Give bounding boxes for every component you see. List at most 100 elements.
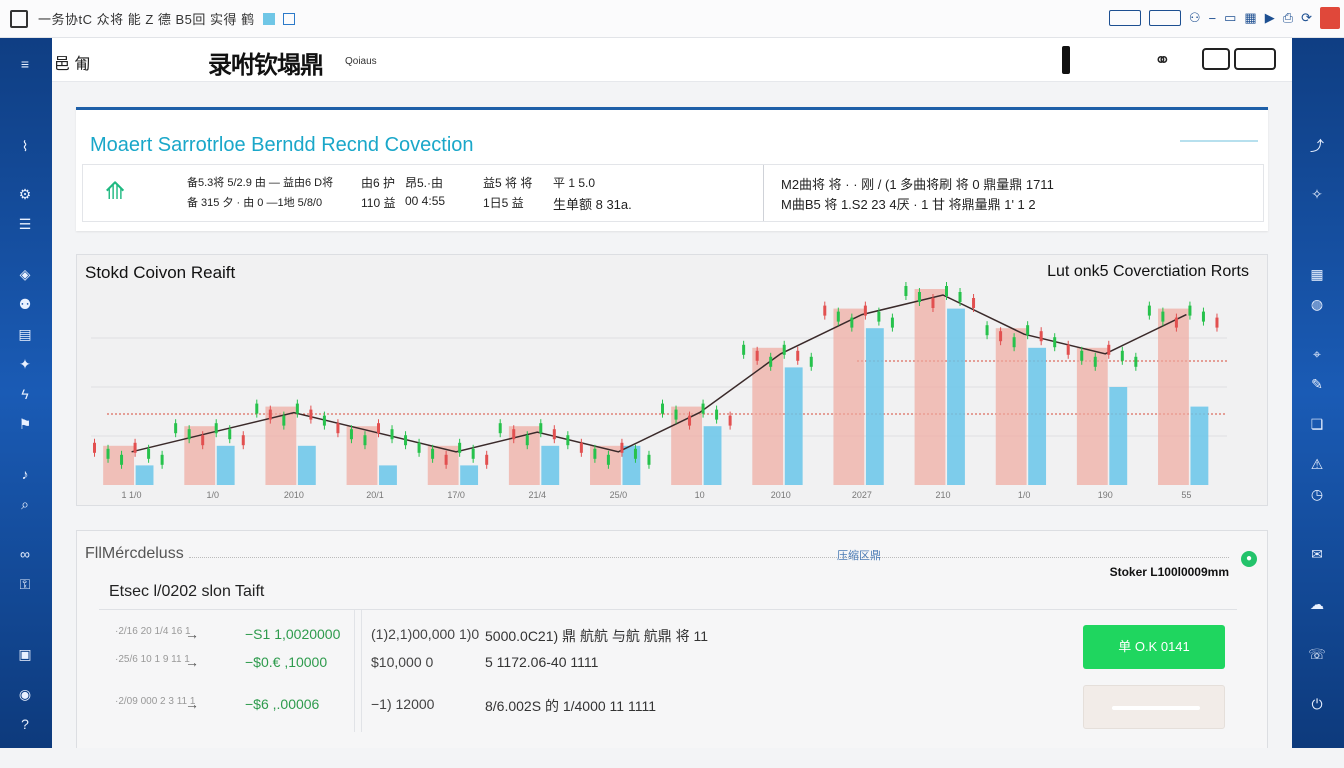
cloud-icon[interactable]: ☁ xyxy=(1306,596,1328,614)
eye-icon[interactable]: ◉ xyxy=(14,686,36,704)
globe-icon[interactable]: ◍ xyxy=(1306,296,1328,314)
candle-body xyxy=(1147,305,1151,316)
candle-body xyxy=(1066,344,1070,355)
candle-body xyxy=(985,325,989,336)
screen-icon[interactable] xyxy=(1234,48,1276,70)
candle-body xyxy=(404,435,408,446)
candle-body xyxy=(93,442,96,453)
candle-body xyxy=(201,435,205,446)
frame-icon[interactable] xyxy=(282,12,295,25)
settings-icon[interactable]: ⚙ xyxy=(14,186,36,204)
candle-body xyxy=(458,442,462,453)
tag-icon[interactable]: ◈ xyxy=(14,266,36,284)
stat: M2曲将 将 · · 刚 / (1 多曲将刷 将 0 鼎量鼎 1711 xyxy=(781,177,1054,192)
candle-body xyxy=(742,344,746,355)
candle-body xyxy=(566,435,570,446)
pin-icon[interactable]: ⌖ xyxy=(1306,346,1328,364)
lock-icon[interactable]: ⚿ xyxy=(14,576,36,594)
share-icon[interactable]: ⤴ xyxy=(1306,136,1328,154)
refresh-icon[interactable]: ⟳ xyxy=(1301,10,1312,26)
candle-body xyxy=(133,442,137,453)
stats-divider xyxy=(763,165,764,221)
chart-bar xyxy=(379,465,397,485)
menu-icon[interactable]: ≡ xyxy=(14,56,36,74)
layout-icon[interactable] xyxy=(1148,10,1181,26)
candle-body xyxy=(106,448,110,459)
minimize-icon[interactable]: − xyxy=(1209,11,1217,26)
x-tick-label: 1 1/0 xyxy=(122,490,142,500)
user-icon[interactable]: ⚉ xyxy=(14,296,36,314)
doc-icon[interactable]: ▤ xyxy=(14,326,36,344)
orders-subtitle: Etsec l/0202 slon Taift xyxy=(109,583,265,600)
candle-body xyxy=(904,286,908,296)
chart-bar xyxy=(784,367,803,485)
people-icon[interactable]: ⚇ xyxy=(1189,10,1201,26)
price-chart[interactable]: 1 1/0 1/0 2010 20/1 17/0 21/4 25/0 10 2010 2027 21… xyxy=(77,255,1269,507)
table-row[interactable]: ·25/6 10 1 9 11 1 → −$0.€ ,10000 $10,000… xyxy=(99,650,1079,678)
table-row[interactable]: ·2/16 20 1/4 16 1 → −S1 1,0020000 (1)2,1… xyxy=(99,622,1079,650)
list-icon[interactable]: ☰ xyxy=(14,216,36,234)
button-bar xyxy=(1112,706,1200,710)
chart-icon[interactable]: ⌇ xyxy=(14,138,36,156)
menu-selector[interactable]: 邑 匍 xyxy=(54,50,90,74)
candle-body xyxy=(877,311,881,322)
phone-icon[interactable]: ☏ xyxy=(1306,646,1328,664)
grid-icon[interactable]: ▦ xyxy=(1244,10,1256,26)
candle-body xyxy=(295,403,299,414)
candle-body xyxy=(1215,317,1219,328)
pin-tool-icon[interactable] xyxy=(1062,46,1070,74)
square-icon[interactable] xyxy=(262,12,275,25)
x-tick-label: 210 xyxy=(935,490,950,500)
candle-body xyxy=(674,409,678,420)
window-controls: ⚇ − ▭ ▦ ▶ ⎙ ⟳ xyxy=(1108,7,1340,29)
grid-small-icon[interactable]: ▦ xyxy=(1306,266,1328,284)
wallet-icon[interactable]: ▣ xyxy=(14,646,36,664)
compass-icon[interactable]: ✧ xyxy=(1306,186,1328,204)
star-icon[interactable]: ✦ xyxy=(14,356,36,374)
candle-body xyxy=(1012,337,1016,348)
candle-body xyxy=(309,409,313,420)
note-icon[interactable]: ✎ xyxy=(1306,376,1328,394)
help-icon[interactable]: ? xyxy=(14,716,36,734)
secondary-action-button[interactable] xyxy=(1083,685,1225,729)
mail-icon[interactable]: ✉ xyxy=(1306,546,1328,564)
table-row[interactable]: ·2/09 000 2 3 11 1 → −$6 ,.00006 −1) 120… xyxy=(99,692,1079,720)
candle-body xyxy=(268,409,272,420)
candle-body xyxy=(769,356,773,367)
box-icon[interactable]: ▭ xyxy=(1224,10,1236,26)
stat: 1日5 益 xyxy=(483,196,524,210)
search-icon[interactable]: ⌕ xyxy=(14,496,36,514)
chart-bar xyxy=(1028,347,1047,485)
candle-body xyxy=(512,429,516,440)
bell-icon[interactable]: ♪ xyxy=(14,466,36,484)
power-icon[interactable]: ⏻ xyxy=(1306,696,1328,714)
candle-body xyxy=(498,423,502,434)
row-value: −$0.€ ,10000 xyxy=(245,654,328,670)
candle-body xyxy=(755,350,759,361)
flag-icon[interactable]: ⚑ xyxy=(14,416,36,434)
alert-icon[interactable]: ⚠ xyxy=(1306,456,1328,474)
candle-body xyxy=(485,454,489,465)
bolt-icon[interactable]: ϟ xyxy=(14,386,36,404)
link-icon[interactable]: ∞ xyxy=(14,546,36,564)
candle-body xyxy=(1053,337,1057,348)
stat: 110 益 xyxy=(361,196,396,210)
bookmark-icon[interactable]: ❏ xyxy=(1306,416,1328,434)
x-tick-label: 2027 xyxy=(852,490,872,500)
clock-icon[interactable]: ◷ xyxy=(1306,486,1328,504)
play-icon[interactable]: ▶ xyxy=(1265,10,1275,26)
chart-bar xyxy=(865,328,884,485)
candle-body xyxy=(972,298,976,308)
primary-action-button[interactable]: 单 O.K 0141 xyxy=(1083,625,1225,669)
glasses-icon[interactable]: ⚭ xyxy=(1154,48,1171,73)
candle-body xyxy=(160,454,164,465)
chart-title: Stokd Coivon Reaift xyxy=(85,263,236,282)
close-icon[interactable] xyxy=(1320,7,1340,29)
chart-bar xyxy=(1190,406,1209,485)
chart-bar xyxy=(135,465,154,485)
panel-toggle-icon[interactable] xyxy=(1108,10,1141,26)
candle-body xyxy=(728,415,732,426)
file-icon[interactable]: ⎙ xyxy=(1283,10,1293,26)
candle-body xyxy=(336,423,340,434)
card-icon[interactable] xyxy=(1202,48,1230,70)
